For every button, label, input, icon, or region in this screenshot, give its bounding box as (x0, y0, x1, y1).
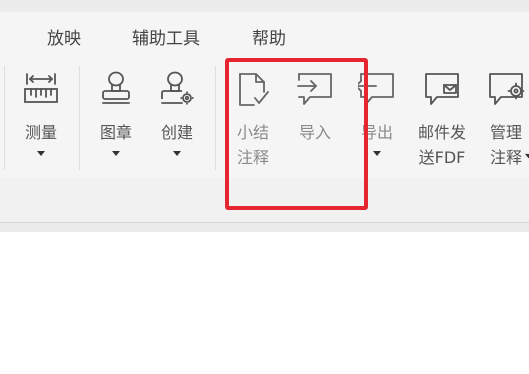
chevron-down-icon (37, 151, 45, 156)
window-top-strip (0, 0, 529, 12)
chevron-down-icon (373, 151, 381, 156)
app-window: 放映 辅助工具 帮助 测量 图章 创建 小结 注释 导入 导出 邮件发 送FDF… (0, 0, 529, 374)
ribbon-shadow (0, 223, 529, 232)
create-stamp-button[interactable]: 创建 (148, 70, 206, 172)
chevron-down-icon (173, 151, 181, 156)
manage-comments-button[interactable]: 管理 注释 (477, 70, 529, 172)
summarize-comments-icon (239, 73, 269, 106)
chevron-down-icon (525, 153, 529, 159)
create-stamp-icon (161, 71, 194, 105)
import-comments-button[interactable]: 导入 (286, 70, 344, 172)
manage-comments-label: 管理 注释 (489, 123, 522, 167)
ruler-icon (24, 73, 58, 103)
summarize-comments-button[interactable]: 小结 注释 (224, 70, 282, 172)
menu-item-help[interactable]: 帮助 (252, 24, 286, 49)
ribbon-separator (215, 66, 216, 170)
export-comments-label: 导出 (360, 123, 393, 142)
import-comments-icon (297, 73, 332, 105)
stamp-icon (102, 71, 130, 104)
create-label: 创建 (160, 123, 193, 142)
document-area (0, 232, 529, 374)
ribbon-separator (4, 66, 5, 170)
summarize-comments-label: 小结 注释 (236, 123, 269, 167)
manage-comments-icon (489, 73, 525, 105)
export-comments-button[interactable]: 导出 (348, 70, 406, 172)
chevron-down-icon (112, 151, 120, 156)
email-fdf-button[interactable]: 邮件发 送FDF (413, 70, 471, 172)
menu-bar: 放映 辅助工具 帮助 (0, 12, 529, 56)
stamp-button[interactable]: 图章 (87, 70, 145, 172)
ribbon-separator (79, 66, 80, 170)
menu-item-slideshow[interactable]: 放映 (47, 24, 81, 49)
measure-label: 测量 (24, 123, 57, 142)
stamp-label: 图章 (99, 123, 132, 142)
measure-button[interactable]: 测量 (12, 70, 70, 172)
email-fdf-label: 邮件发 送FDF (417, 123, 466, 167)
email-fdf-icon (425, 73, 459, 105)
menu-item-tools[interactable]: 辅助工具 (132, 24, 200, 49)
ribbon-bottom-area (0, 178, 529, 223)
import-comments-label: 导入 (298, 123, 331, 142)
export-comments-icon (358, 73, 394, 105)
